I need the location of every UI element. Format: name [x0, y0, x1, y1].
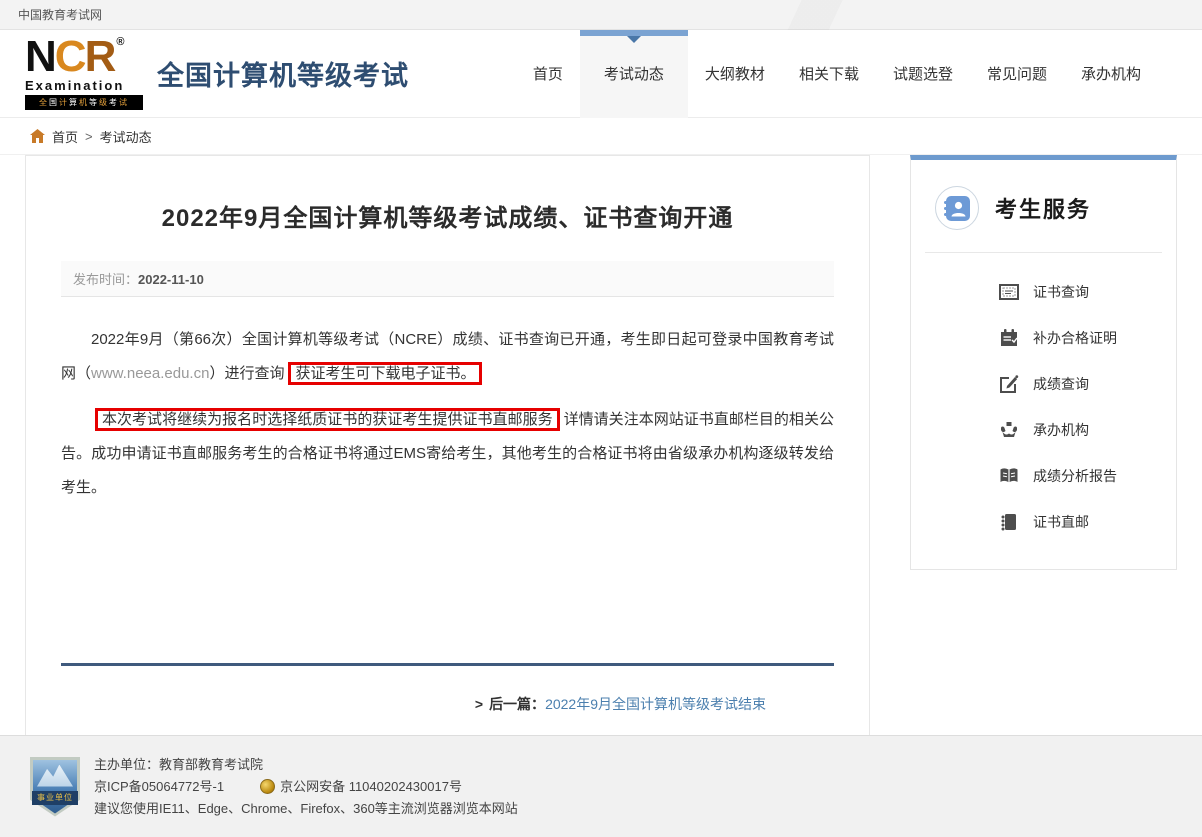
footer-browser-advice: 建议您使用IE11、Edge、Chrome、Firefox、360等主流浏览器浏…: [94, 798, 518, 820]
footer-organizer: 主办单位：教育部教育考试院: [94, 754, 518, 776]
sidebar-item-organizers[interactable]: 承办机构: [911, 407, 1176, 453]
nav-item-faq[interactable]: 常见问题: [970, 30, 1064, 118]
red-highlight-box-1: 获证考生可下载电子证书。: [288, 362, 482, 385]
top-utility-bar: 中国教育考试网: [0, 0, 1202, 30]
publish-date: 2022-11-10: [138, 272, 204, 287]
report-icon: [999, 466, 1019, 486]
paragraph-1: 2022年9月（第66次）全国计算机等级考试（NCRE）成绩、证书查询已开通，考…: [61, 323, 834, 391]
next-label: 后一篇：: [489, 696, 545, 712]
red-highlight-box-2: 本次考试将继续为报名时选择纸质证书的获证考生提供证书直邮服务: [95, 408, 560, 431]
nav-item-exam-news[interactable]: 考试动态: [580, 30, 688, 118]
registered-trademark-icon: ®: [116, 37, 124, 48]
score-query-icon: [999, 374, 1019, 394]
site-footer: 事业单位 主办单位：教育部教育考试院 京ICP备05064772号-1 京公网安…: [0, 735, 1202, 837]
supplement-certificate-icon: [999, 328, 1019, 348]
footer-police-record[interactable]: 京公网安备 11040202430017号: [280, 776, 462, 798]
footer-text-block: 主办单位：教育部教育考试院 京ICP备05064772号-1 京公网安备 110…: [94, 754, 518, 820]
nav-item-home[interactable]: 首页: [516, 30, 580, 118]
nav-item-syllabus[interactable]: 大纲教材: [688, 30, 782, 118]
paragraph-2: 本次考试将继续为报名时选择纸质证书的获证考生提供证书直邮服务详情请关注本网站证书…: [61, 403, 834, 505]
main-nav: 首页 考试动态 大纲教材 相关下载 试题选登 常见问题 承办机构: [516, 30, 1158, 118]
nav-item-organizers[interactable]: 承办机构: [1064, 30, 1158, 118]
organizer-icon: [999, 420, 1019, 440]
home-icon: [30, 129, 45, 143]
public-institution-badge: 事业单位: [30, 757, 80, 817]
sidebar-item-score-query[interactable]: 成绩查询: [911, 361, 1176, 407]
nav-item-sample-questions[interactable]: 试题选登: [876, 30, 970, 118]
certificate-icon: [999, 282, 1019, 302]
site-title: 全国计算机等级考试: [157, 54, 409, 93]
next-article-row: > 后一篇：2022年9月全国计算机等级考试结束: [61, 694, 834, 714]
article-title: 2022年9月全国计算机等级考试成绩、证书查询开通: [61, 198, 834, 233]
article-body: 2022年9月（第66次）全国计算机等级考试（NCRE）成绩、证书查询已开通，考…: [61, 323, 834, 505]
article-bottom-divider: [61, 663, 834, 666]
logo-letters: NCR®: [25, 37, 143, 77]
site-header: NCR® Examination 全国计算机等级考试 全国计算机等级考试 首页 …: [0, 30, 1202, 118]
nav-item-downloads[interactable]: 相关下载: [782, 30, 876, 118]
logo-banner: 全国计算机等级考试: [25, 95, 143, 110]
footer-icp[interactable]: 京ICP备05064772号-1: [94, 776, 224, 798]
sidebar-item-label: 成绩分析报告: [1033, 466, 1117, 486]
sidebar-header: 考生服务: [911, 160, 1176, 252]
sidebar-divider: [925, 252, 1162, 253]
logo-letter-n: N: [25, 37, 55, 77]
decorative-watermark: [692, 0, 952, 30]
sidebar-title: 考生服务: [995, 192, 1091, 224]
candidate-services-icon: [935, 186, 979, 230]
breadcrumb: 首页 > 考试动态: [0, 118, 1202, 155]
next-article-link[interactable]: 2022年9月全国计算机等级考试结束: [545, 696, 766, 712]
badge-label: 事业单位: [32, 791, 78, 805]
logo-examination-text: Examination: [25, 78, 143, 93]
candidate-services-panel: 考生服务 证书查询 补办合格证明 成绩查询 承办机构: [910, 155, 1177, 570]
sidebar-item-label: 承办机构: [1033, 420, 1089, 440]
certificate-mail-icon: [999, 512, 1019, 532]
site-name[interactable]: 中国教育考试网: [18, 6, 102, 23]
breadcrumb-current[interactable]: 考试动态: [100, 127, 152, 146]
ncre-logo[interactable]: NCR® Examination 全国计算机等级考试: [25, 37, 143, 110]
logo-letter-c: C: [55, 37, 85, 77]
breadcrumb-home-link[interactable]: 首页: [52, 127, 78, 146]
sidebar-item-label: 证书查询: [1033, 282, 1089, 302]
sidebar-item-score-report[interactable]: 成绩分析报告: [911, 453, 1176, 499]
sidebar-item-label: 成绩查询: [1033, 374, 1089, 394]
next-arrow: >: [475, 696, 483, 712]
sidebar-item-supplement-certificate[interactable]: 补办合格证明: [911, 315, 1176, 361]
police-emblem-icon: [260, 779, 275, 794]
article-container: 2022年9月全国计算机等级考试成绩、证书查询开通 发布时间：2022-11-1…: [25, 155, 870, 761]
sidebar-item-certificate-mail[interactable]: 证书直邮: [911, 499, 1176, 545]
sidebar-item-certificate-query[interactable]: 证书查询: [911, 269, 1176, 315]
logo-letter-r: R: [85, 37, 115, 77]
neea-link[interactable]: www.neea.edu.cn: [91, 365, 209, 382]
publish-label: 发布时间：: [73, 272, 138, 287]
page-content: 2022年9月全国计算机等级考试成绩、证书查询开通 发布时间：2022-11-1…: [0, 155, 1202, 761]
breadcrumb-separator: >: [85, 129, 93, 144]
publish-bar: 发布时间：2022-11-10: [61, 261, 834, 297]
sidebar-item-label: 证书直邮: [1033, 512, 1089, 532]
sidebar-item-label: 补办合格证明: [1033, 328, 1117, 348]
